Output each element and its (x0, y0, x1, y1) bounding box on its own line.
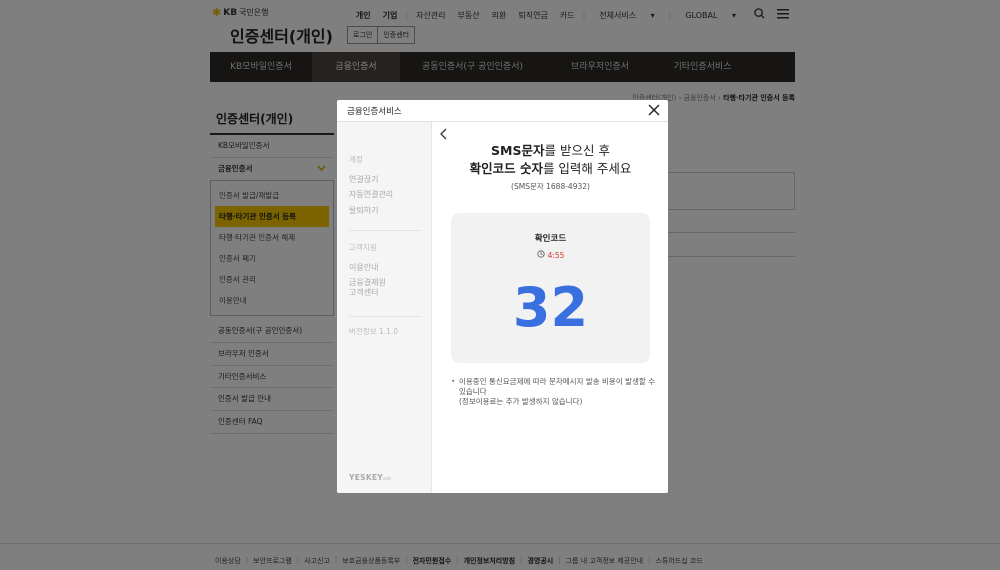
yeskey-logo-small: cert (383, 476, 391, 481)
side-group-support: 고객지원 (349, 243, 377, 252)
modal-sidebar: 계정 연결끊기 자동연결관리 탈퇴하기 고객지원 이용안내 금융결제원 고객센터… (337, 122, 432, 493)
timer-value: 4:55 (547, 250, 565, 260)
bullet-icon: • (451, 377, 456, 386)
financial-cert-modal: 금융인증서비스 계정 연결끊기 자동연결관리 탈퇴하기 고객지원 이용안내 금융… (337, 100, 668, 493)
side-settlement-line2: 고객센터 (349, 288, 379, 298)
notice-line1: 이용중인 통신요금제에 따라 문자메시지 발송 비용이 발생할 수 있습니다 (459, 377, 656, 397)
modal-content: SMS문자를 받으신 후 확인코드 숫자를 입력해 주세요 (SMS문자 168… (433, 122, 668, 493)
cost-notice: • 이용중인 통신요금제에 따라 문자메시지 발송 비용이 발생할 수 있습니다… (451, 377, 656, 407)
side-auto-connect[interactable]: 자동연결관리 (349, 190, 393, 200)
verification-code: 32 (512, 276, 589, 339)
headline-line2-bold: 확인코드 숫자 (469, 160, 543, 176)
chevron-left-icon[interactable] (437, 126, 451, 140)
modal-header: 금융인증서비스 (337, 100, 668, 122)
sms-sender-info: (SMS문자 1688-4932) (511, 182, 590, 191)
clock-icon (536, 250, 545, 260)
yeskey-logo-text: YESKEY (349, 473, 384, 482)
side-group-account: 계정 (349, 155, 363, 164)
code-label: 확인코드 (534, 234, 567, 244)
side-settlement-line1: 금융결제원 (349, 278, 386, 287)
headline-line1: SMS문자를 받으신 후 (433, 142, 668, 160)
instruction-headline: SMS문자를 받으신 후 확인코드 숫자를 입력해 주세요 (433, 142, 668, 177)
headline-line1-bold: SMS문자 (491, 143, 545, 158)
side-usage-guide[interactable]: 이용안내 (349, 263, 378, 273)
side-withdraw[interactable]: 탈퇴하기 (349, 206, 378, 216)
notice-line2: (정보이용료는 추가 발생하지 않습니다) (459, 397, 583, 407)
divider (349, 316, 421, 317)
headline-line2-rest: 를 입력해 주세요 (542, 160, 632, 176)
headline-line1-rest: 를 받으신 후 (544, 143, 610, 158)
side-disconnect[interactable]: 연결끊기 (349, 175, 378, 185)
yeskey-logo: YESKEYcert (349, 473, 391, 482)
side-settlement-center[interactable]: 금융결제원 고객센터 (349, 278, 386, 299)
headline-line2: 확인코드 숫자를 입력해 주세요 (433, 160, 668, 178)
divider (349, 230, 421, 231)
side-version: 버전정보 1.1.0 (349, 327, 399, 336)
verification-code-card: 확인코드 4:55 32 (451, 213, 650, 363)
modal-title: 금융인증서비스 (347, 107, 402, 117)
countdown-timer: 4:55 (451, 250, 650, 260)
close-icon[interactable] (646, 102, 662, 118)
